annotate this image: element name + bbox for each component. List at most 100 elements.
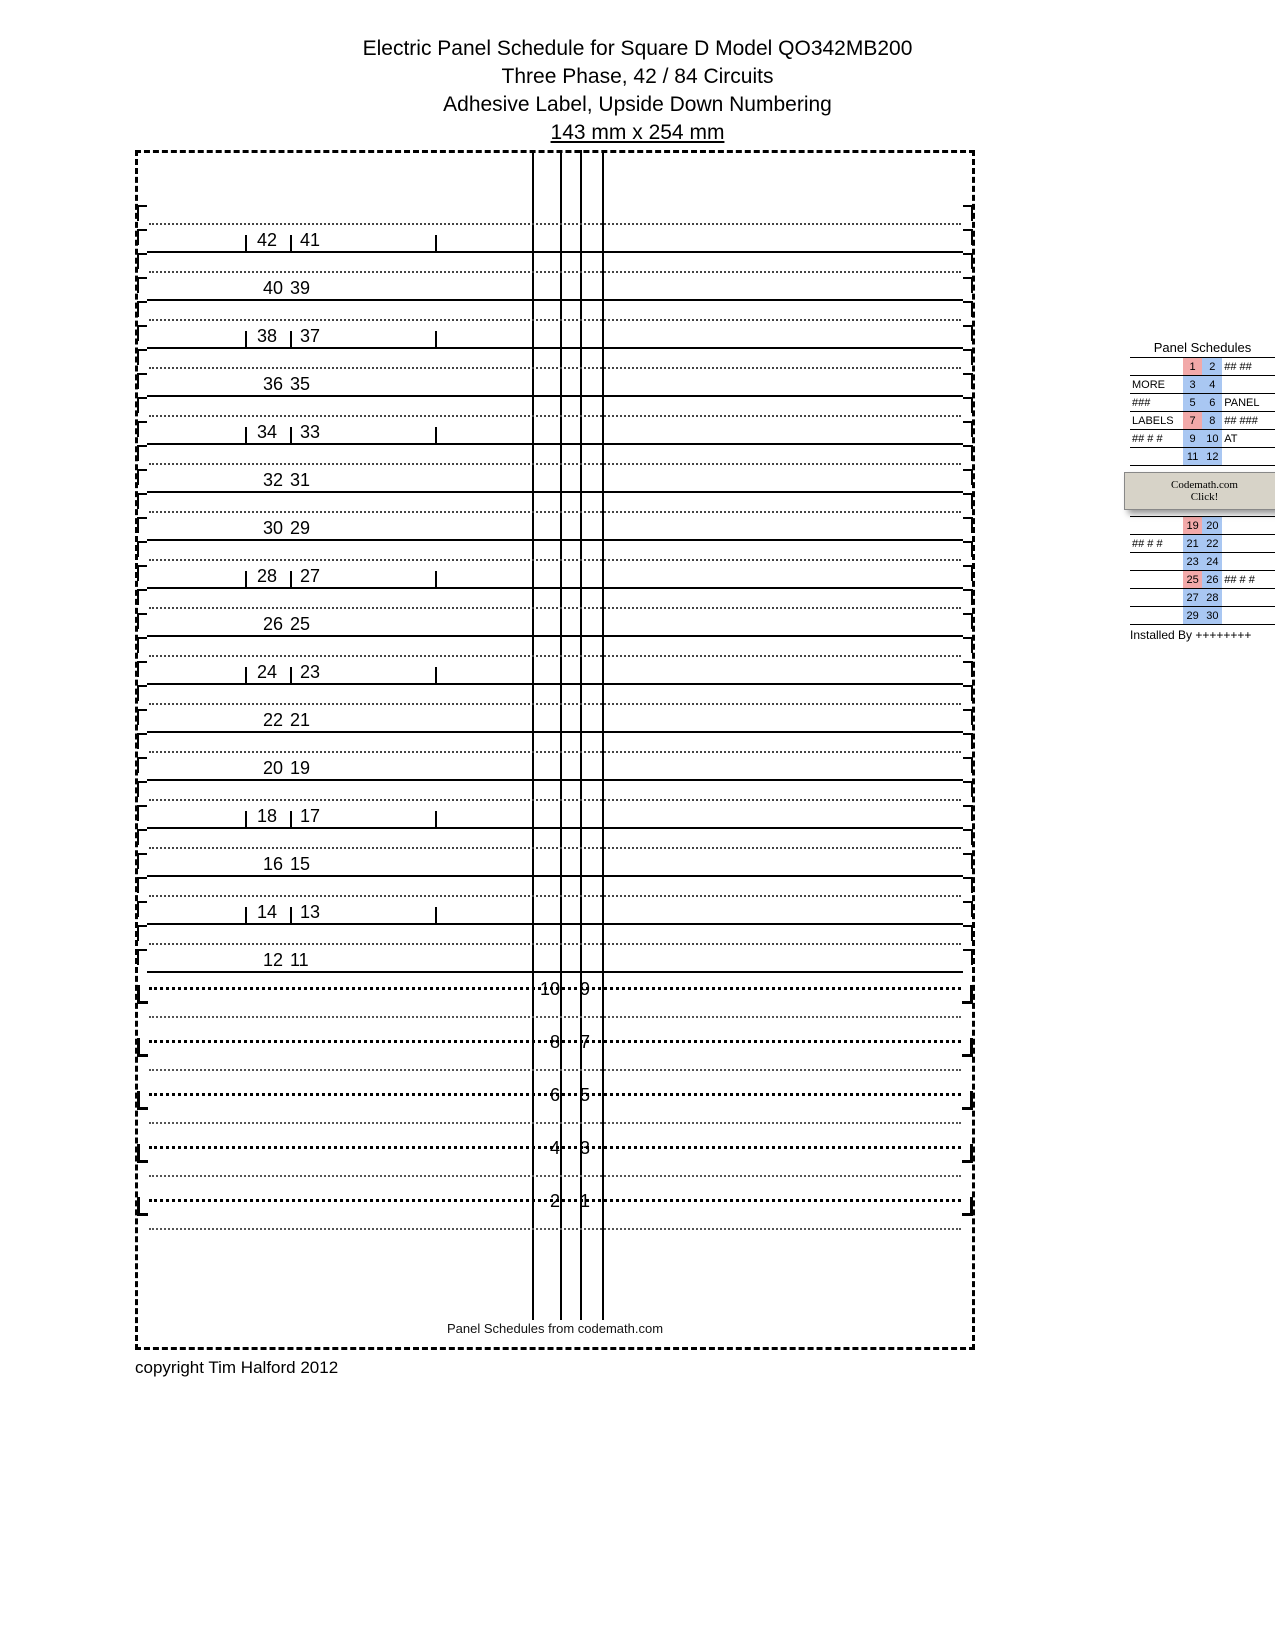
- circuit-number: 13: [290, 902, 330, 923]
- circuit-number: 33: [290, 422, 330, 443]
- row-cap: [137, 685, 147, 701]
- circuit-rows: 4241403938373635343332313029282726252423…: [135, 205, 975, 1300]
- row-cap: [963, 877, 973, 893]
- circuit-number: 39: [290, 278, 330, 299]
- circuit-row: [135, 205, 975, 229]
- circuit-number: 7: [580, 1032, 607, 1053]
- row-cap: [137, 637, 147, 653]
- circuit-row-center: 21: [135, 1185, 975, 1238]
- title-line-2: Three Phase, 42 / 84 Circuits: [0, 63, 1275, 91]
- promo-line2: Click!: [1129, 491, 1275, 503]
- circuit-row-center: 65: [135, 1079, 975, 1132]
- row-cap: [137, 733, 147, 749]
- row-cap: [963, 205, 973, 221]
- sidebar-cell: [1222, 376, 1275, 394]
- circuit-row: 2827: [135, 565, 975, 589]
- circuit-number: 1: [580, 1191, 607, 1212]
- circuit-number: 5: [580, 1085, 607, 1106]
- row-cap: [963, 565, 973, 581]
- sidebar-cell: PANEL: [1222, 394, 1275, 412]
- promo-button[interactable]: Codemath.com Click!: [1124, 472, 1275, 510]
- tick: [435, 667, 437, 685]
- sidebar-cell: LABELS: [1130, 412, 1183, 430]
- circuit-number: 20: [243, 758, 283, 779]
- sidebar-cell: [1222, 535, 1275, 553]
- circuit-row: 3231: [135, 469, 975, 493]
- row-cap: [963, 589, 973, 605]
- circuit-row: [135, 589, 975, 613]
- row-cap: [137, 253, 147, 269]
- title-line-1: Electric Panel Schedule for Square D Mod…: [0, 35, 1275, 63]
- sidebar-cell: [1130, 448, 1183, 466]
- circuit-row: 2221: [135, 709, 975, 733]
- row-cap: [963, 325, 973, 341]
- circuit-number: 4: [533, 1138, 560, 1159]
- circuit-number: 10: [533, 979, 560, 1000]
- circuit-number: 19: [290, 758, 330, 779]
- circuit-number: 12: [243, 950, 283, 971]
- row-cap: [963, 493, 973, 509]
- sidebar-row: 2526## # #: [1130, 571, 1275, 589]
- circuit-number: 36: [243, 374, 283, 395]
- sidebar-row: 2728: [1130, 589, 1275, 607]
- circuit-row: [135, 541, 975, 565]
- sidebar-cell: ## # #: [1130, 535, 1183, 553]
- row-cap: [137, 1144, 148, 1163]
- sidebar-cell: [1222, 448, 1275, 466]
- circuit-number: 6: [533, 1085, 560, 1106]
- row-cap: [963, 397, 973, 413]
- sidebar-num: 26: [1202, 571, 1222, 589]
- sidebar-cell: ###: [1130, 394, 1183, 412]
- circuit-row: [135, 925, 975, 949]
- circuit-row-center: 43: [135, 1132, 975, 1185]
- sidebar-num: 11: [1183, 448, 1203, 466]
- circuit-number: 28: [247, 566, 287, 587]
- row-cap: [963, 469, 973, 485]
- sidebar-cell: MORE: [1130, 376, 1183, 394]
- row-cap: [137, 757, 147, 773]
- row-cap: [963, 421, 973, 437]
- sidebar-row: 1112: [1130, 448, 1275, 466]
- sidebar-cell: [1130, 571, 1183, 589]
- sidebar-num: 7: [1183, 412, 1203, 430]
- row-cap: [137, 661, 147, 677]
- sidebar-row: ## # #910AT: [1130, 430, 1275, 448]
- row-cap: [137, 1038, 148, 1057]
- sidebar-num: 1: [1183, 358, 1203, 376]
- sidebar-num: 24: [1202, 553, 1222, 571]
- circuit-row: [135, 493, 975, 517]
- row-cap: [137, 877, 147, 893]
- sidebar-row: LABELS78## ###: [1130, 412, 1275, 430]
- circuit-number: 16: [243, 854, 283, 875]
- row-cap: [963, 781, 973, 797]
- circuit-number: 31: [290, 470, 330, 491]
- title-line-3: Adhesive Label, Upside Down Numbering: [0, 91, 1275, 119]
- sidebar-num: 4: [1202, 376, 1222, 394]
- row-cap: [137, 445, 147, 461]
- row-cap: [137, 781, 147, 797]
- sidebar-num: 3: [1183, 376, 1203, 394]
- circuit-number: 29: [290, 518, 330, 539]
- sidebar-cell: [1130, 517, 1183, 535]
- row-cap: [137, 493, 147, 509]
- row-cap: [137, 373, 147, 389]
- circuit-row: [135, 733, 975, 757]
- circuit-row: 4241: [135, 229, 975, 253]
- row-cap: [137, 397, 147, 413]
- row-cap: [963, 853, 973, 869]
- circuit-row: [135, 397, 975, 421]
- sidebar-row: 2324: [1130, 553, 1275, 571]
- sidebar-table-top: 12## ##MORE34###56PANELLABELS78## ##### …: [1130, 357, 1275, 466]
- sidebar-row: MORE34: [1130, 376, 1275, 394]
- circuit-row: 2625: [135, 613, 975, 637]
- row-cap: [137, 301, 147, 317]
- circuit-number: 9: [580, 979, 607, 1000]
- row-cap: [963, 253, 973, 269]
- sidebar-num: 8: [1202, 412, 1222, 430]
- sidebar-cell: ## ###: [1222, 412, 1275, 430]
- circuit-row: 1413: [135, 901, 975, 925]
- circuit-number: 42: [247, 230, 287, 251]
- row-divider: [149, 1122, 961, 1124]
- row-cap: [137, 901, 147, 917]
- sidebar-num: 22: [1202, 535, 1222, 553]
